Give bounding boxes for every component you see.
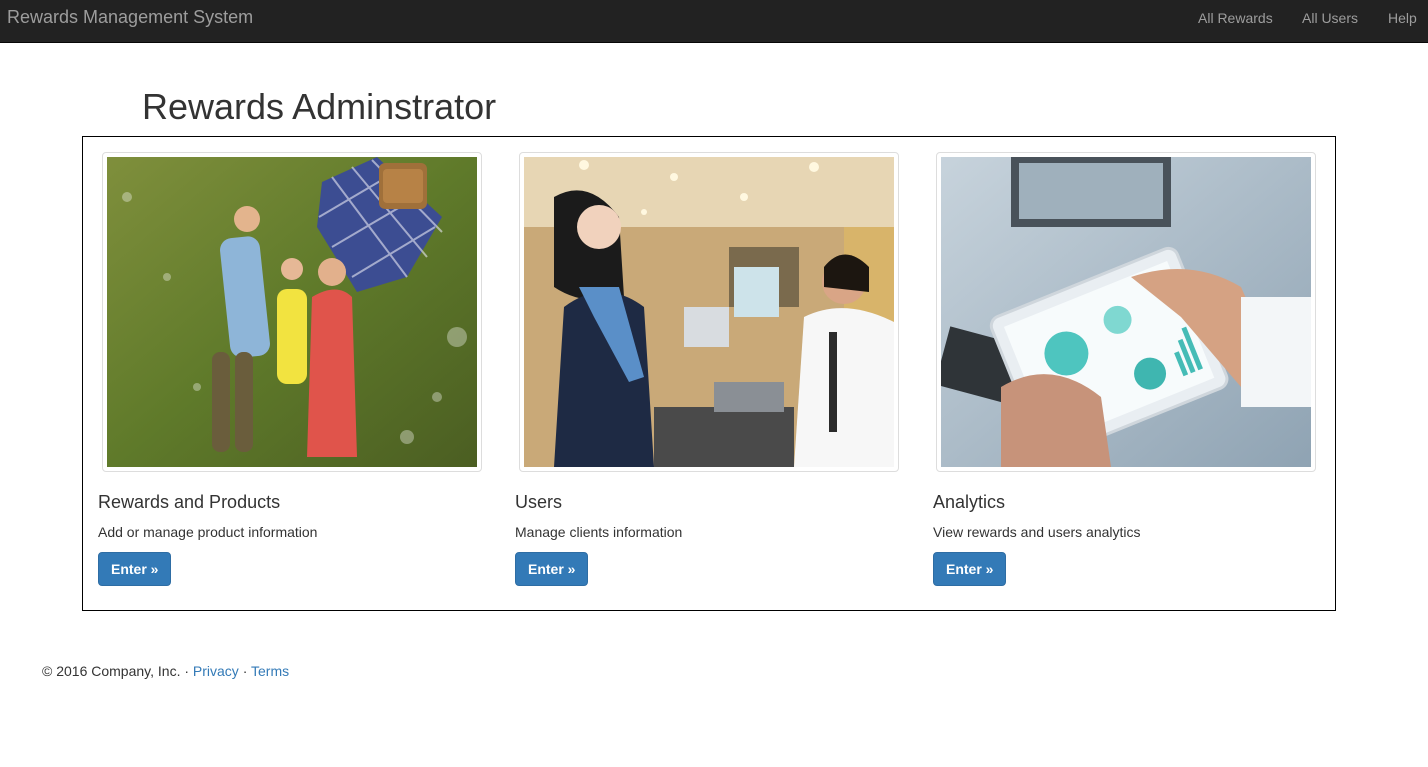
terms-link[interactable]: Terms [251, 663, 289, 679]
privacy-link[interactable]: Privacy [193, 663, 239, 679]
enter-analytics-button[interactable]: Enter » [933, 552, 1007, 586]
enter-users-button[interactable]: Enter » [515, 552, 589, 586]
nav-help[interactable]: Help [1388, 9, 1417, 27]
card-title-rewards: Rewards and Products [98, 492, 281, 512]
store-checkout-photo [519, 152, 899, 472]
card-desc-users: Manage clients information [515, 524, 683, 540]
top-navbar: Rewards Management System All Rewards Al… [0, 0, 1428, 43]
cards-panel: Rewards and Products Add or manage produ… [82, 136, 1336, 611]
card-title-analytics: Analytics [933, 492, 1006, 512]
enter-rewards-button[interactable]: Enter » [98, 552, 172, 586]
card-desc-analytics: View rewards and users analytics [933, 524, 1141, 540]
family-picnic-photo [102, 152, 482, 472]
brand-link[interactable]: Rewards Management System [7, 7, 253, 27]
footer-separator: · [238, 663, 252, 679]
page-footer: © 2016 Company, Inc. · Privacy · Terms [42, 662, 289, 680]
nav-all-rewards[interactable]: All Rewards [1198, 9, 1273, 27]
tablet-analytics-photo [936, 152, 1316, 472]
copyright-text: © 2016 Company, Inc. · [42, 663, 193, 679]
page-title: Rewards Adminstrator [142, 86, 497, 127]
card-desc-rewards: Add or manage product information [98, 524, 318, 540]
nav-all-users[interactable]: All Users [1302, 9, 1358, 27]
card-title-users: Users [515, 492, 563, 512]
